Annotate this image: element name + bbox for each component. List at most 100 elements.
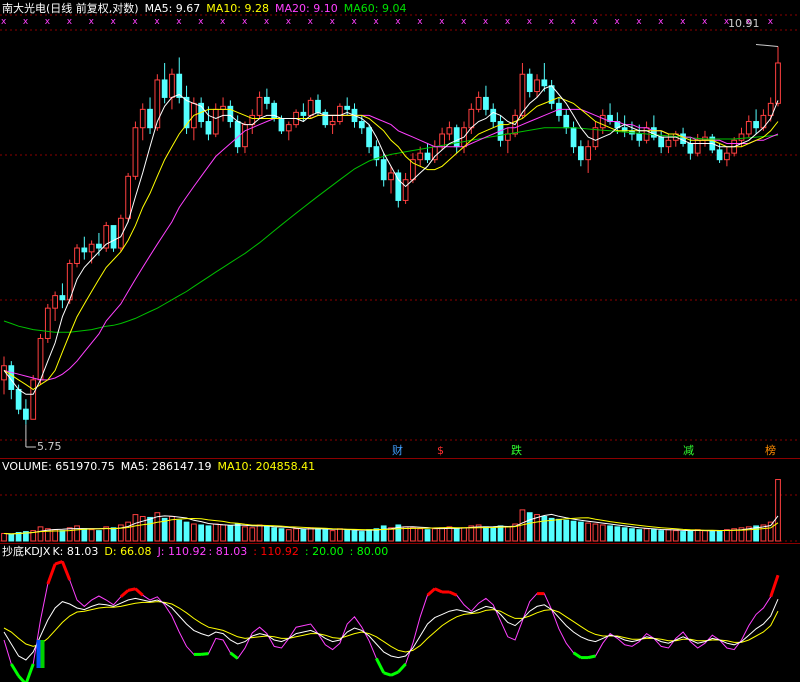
marker-jian[interactable]: 减 — [682, 444, 695, 457]
volume-bar[interactable] — [431, 528, 438, 542]
candle-body[interactable] — [475, 96, 482, 110]
volume-bar[interactable] — [337, 528, 343, 542]
volume-bar[interactable] — [59, 530, 66, 542]
stock-chart[interactable]: xxxxxxxxxxxxxxxxxxxxxxxxxxxxxxxxxxxx — [0, 0, 800, 682]
marker-bang[interactable]: 榜 — [764, 444, 777, 457]
candle-body[interactable] — [716, 149, 723, 161]
candle-body[interactable] — [417, 152, 424, 161]
candle-body[interactable] — [468, 108, 475, 129]
candle[interactable] — [672, 130, 679, 147]
candle-body[interactable] — [424, 152, 431, 161]
candle-body[interactable] — [263, 96, 270, 104]
candle-body[interactable] — [380, 159, 387, 181]
candle-body[interactable] — [212, 108, 219, 135]
candle-body[interactable] — [161, 79, 168, 98]
volume-bar[interactable] — [234, 523, 241, 542]
candle-body[interactable] — [753, 121, 759, 129]
candle-body[interactable] — [636, 133, 643, 141]
volume-bar[interactable] — [307, 527, 314, 542]
volume-bar[interactable] — [548, 517, 555, 542]
candle-body[interactable] — [74, 247, 80, 264]
volume-bar[interactable] — [585, 522, 592, 542]
volume-bar[interactable] — [577, 521, 584, 542]
volume-bar[interactable] — [344, 529, 351, 542]
volume-bar[interactable] — [66, 527, 73, 542]
candle-body[interactable] — [366, 127, 372, 148]
candle[interactable] — [30, 375, 37, 420]
marker-cai[interactable]: 财 — [391, 444, 404, 457]
candle-body[interactable] — [724, 152, 730, 161]
candle[interactable] — [337, 103, 343, 125]
candle-body[interactable] — [541, 79, 548, 87]
volume-bar[interactable] — [453, 528, 460, 542]
volume-bar[interactable] — [96, 530, 102, 542]
volume-bar[interactable] — [81, 528, 88, 542]
candle[interactable] — [585, 140, 592, 173]
candle[interactable] — [475, 91, 482, 113]
candle[interactable] — [227, 100, 234, 128]
volume-bar[interactable] — [293, 528, 299, 542]
candle[interactable] — [110, 225, 117, 252]
candle[interactable] — [526, 68, 533, 98]
volume-bar[interactable] — [417, 528, 424, 542]
candle-body[interactable] — [504, 133, 511, 141]
volume-bar[interactable] — [190, 523, 197, 542]
volume-bar[interactable] — [658, 530, 665, 542]
candle-body[interactable] — [446, 127, 453, 135]
candle[interactable] — [694, 133, 701, 157]
candle-body[interactable] — [44, 307, 51, 339]
candle[interactable] — [205, 106, 212, 141]
volume-bar[interactable] — [629, 528, 635, 542]
candle-body[interactable] — [585, 146, 592, 161]
volume-bar[interactable] — [446, 526, 453, 542]
candle[interactable] — [169, 68, 175, 110]
volume-bar[interactable] — [358, 531, 365, 542]
candle[interactable] — [570, 121, 577, 154]
candle[interactable] — [103, 221, 110, 252]
candle-body[interactable] — [110, 225, 117, 249]
candle[interactable] — [52, 291, 58, 321]
candle[interactable] — [753, 109, 759, 134]
volume-bar[interactable] — [366, 529, 372, 542]
candle-body[interactable] — [344, 105, 351, 110]
candle[interactable] — [322, 109, 329, 128]
candle-body[interactable] — [453, 127, 460, 148]
candle[interactable] — [59, 283, 66, 309]
volume-bar[interactable] — [490, 527, 497, 542]
volume-bar[interactable] — [1, 532, 7, 542]
candle[interactable] — [132, 121, 139, 180]
candle[interactable] — [373, 140, 380, 167]
volume-bar[interactable] — [278, 528, 285, 542]
candle-body[interactable] — [526, 73, 533, 93]
volume-bar[interactable] — [8, 533, 15, 542]
candle-body[interactable] — [59, 295, 66, 301]
candle[interactable] — [44, 303, 51, 343]
volume-bar[interactable] — [424, 529, 431, 542]
volume-bar[interactable] — [680, 531, 686, 542]
kdj-area[interactable] — [3, 560, 780, 682]
candle-body[interactable] — [234, 121, 241, 148]
volume-bar[interactable] — [672, 530, 679, 542]
volume-bar[interactable] — [198, 524, 205, 542]
candle[interactable] — [74, 244, 80, 268]
candle-body[interactable] — [132, 127, 139, 177]
candle[interactable] — [81, 236, 88, 260]
candle[interactable] — [249, 109, 256, 134]
candle-body[interactable] — [96, 243, 102, 249]
candle-body[interactable] — [563, 114, 570, 129]
candle[interactable] — [161, 62, 168, 104]
candle-body[interactable] — [402, 179, 409, 201]
candle-body[interactable] — [534, 79, 540, 93]
candle-body[interactable] — [315, 99, 321, 113]
volume-bar[interactable] — [125, 521, 132, 542]
volume-bar[interactable] — [687, 530, 694, 542]
candle[interactable] — [592, 121, 599, 150]
candle[interactable] — [504, 127, 511, 154]
candle-body[interactable] — [490, 108, 497, 123]
volume-bar[interactable] — [556, 518, 562, 542]
candle-body[interactable] — [680, 133, 686, 144]
candle[interactable] — [650, 115, 657, 141]
candle[interactable] — [329, 115, 336, 134]
candle[interactable] — [380, 153, 387, 187]
candle[interactable] — [490, 103, 497, 128]
